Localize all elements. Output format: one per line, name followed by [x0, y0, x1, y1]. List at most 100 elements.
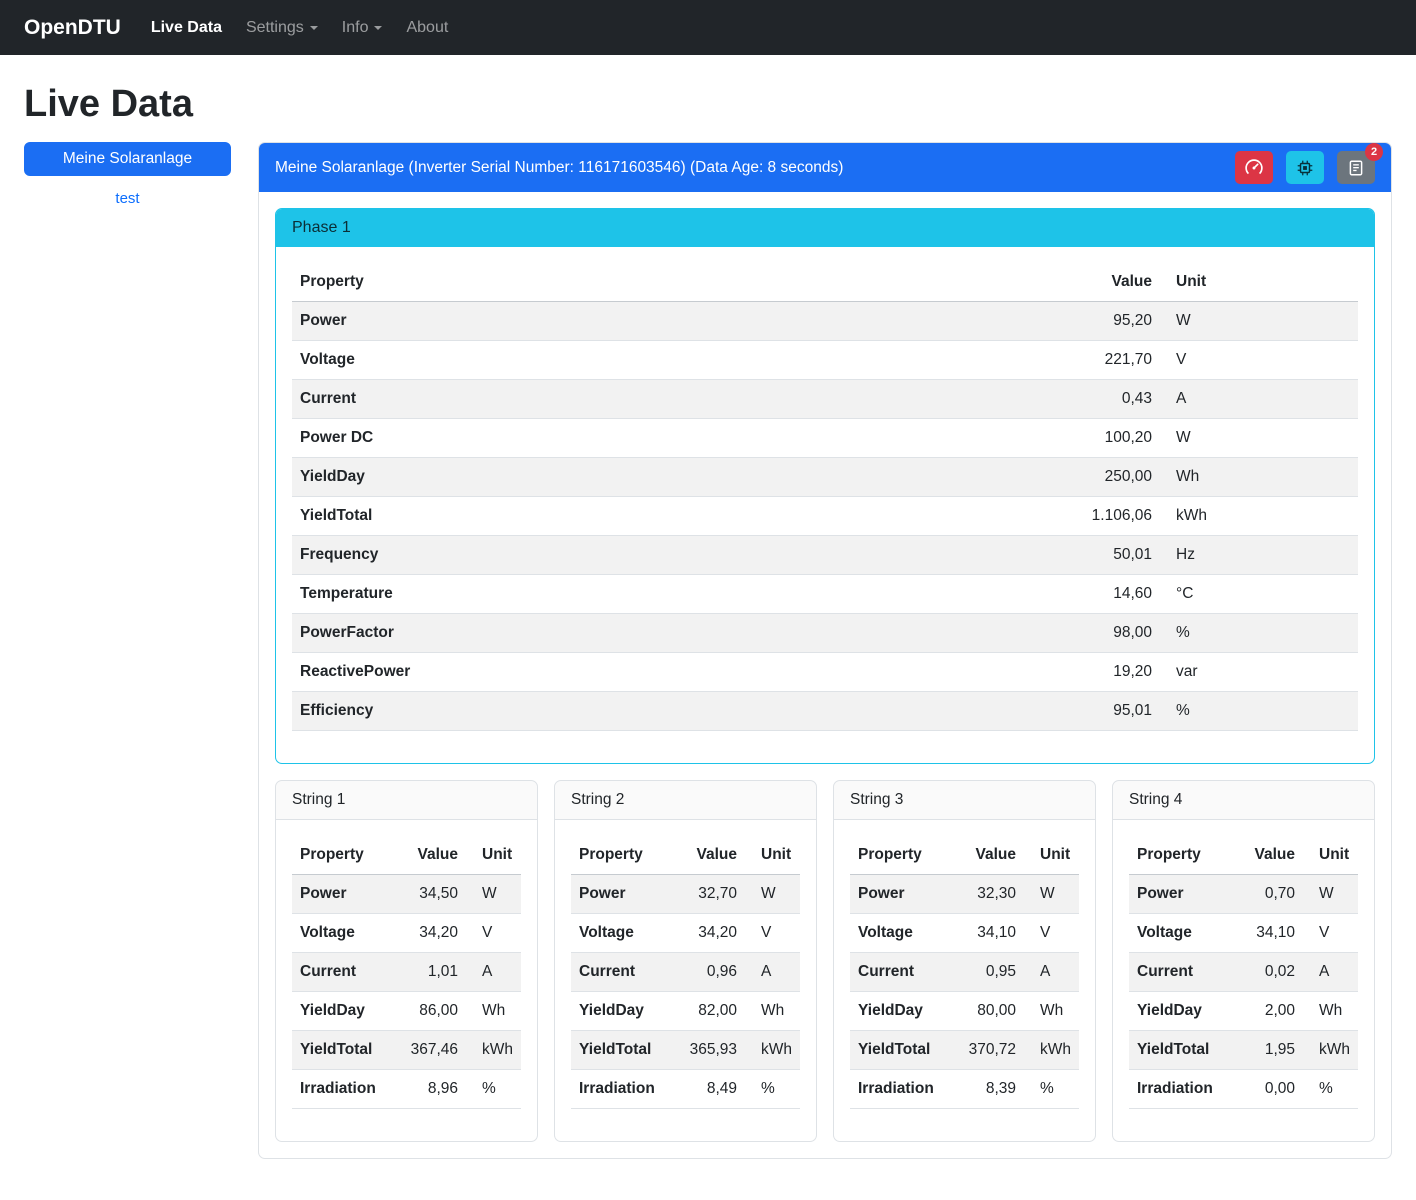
property-label: YieldTotal: [292, 1031, 394, 1070]
chevron-down-icon: [374, 26, 382, 30]
table-row: Irradiation 8,39 %: [850, 1070, 1079, 1109]
property-unit: A: [1303, 953, 1358, 992]
table-row: Voltage 34,20 V: [292, 914, 521, 953]
property-label: YieldTotal: [1129, 1031, 1231, 1070]
property-unit: Wh: [745, 992, 800, 1031]
table-row: Power DC 100,20 W: [292, 419, 1358, 458]
column-header-value: Value: [394, 836, 466, 875]
property-unit: V: [745, 914, 800, 953]
table-row: Irradiation 0,00 %: [1129, 1070, 1358, 1109]
inverter-card-actions: 2: [1222, 151, 1375, 184]
table-row: Power 95,20 W: [292, 302, 1358, 341]
property-unit: W: [466, 875, 521, 914]
property-value: 34,50: [394, 875, 466, 914]
table-row: Current 0,96 A: [571, 953, 800, 992]
string-2-table-body: Power 32,70 W Voltage 34,20: [571, 875, 800, 1109]
table-row: Power 32,70 W: [571, 875, 800, 914]
table-row: Voltage 221,70 V: [292, 341, 1358, 380]
property-label: Efficiency: [292, 692, 1045, 731]
property-label: Power: [292, 875, 394, 914]
property-value: 32,70: [673, 875, 745, 914]
property-value: 221,70: [1045, 341, 1160, 380]
nav-item-live-data[interactable]: Live Data: [143, 11, 230, 45]
device-info-button[interactable]: [1286, 151, 1324, 184]
table-row: Voltage 34,20 V: [571, 914, 800, 953]
inverter-card-header: Meine Solaranlage (Inverter Serial Numbe…: [259, 143, 1391, 192]
property-unit: A: [466, 953, 521, 992]
brand[interactable]: OpenDTU: [24, 16, 121, 40]
property-unit: W: [745, 875, 800, 914]
property-label: YieldDay: [1129, 992, 1231, 1031]
property-label: Current: [571, 953, 673, 992]
property-label: Current: [850, 953, 952, 992]
property-unit: %: [745, 1070, 800, 1109]
property-label: Irradiation: [292, 1070, 394, 1109]
property-label: Current: [292, 953, 394, 992]
inverter-sidebar: Meine Solaranlage test: [24, 142, 231, 207]
table-row: YieldTotal 365,93 kWh: [571, 1031, 800, 1070]
property-value: 8,39: [952, 1070, 1024, 1109]
property-unit: Wh: [466, 992, 521, 1031]
property-value: 80,00: [952, 992, 1024, 1031]
property-label: Power: [850, 875, 952, 914]
property-unit: %: [1303, 1070, 1358, 1109]
property-value: 34,10: [1231, 914, 1303, 953]
table-row: Irradiation 8,96 %: [292, 1070, 521, 1109]
inverter-select-link-test[interactable]: test: [24, 190, 231, 207]
journal-icon: [1347, 159, 1365, 177]
column-header-value: Value: [1045, 263, 1160, 302]
property-unit: W: [1303, 875, 1358, 914]
event-count-badge: 2: [1365, 143, 1383, 161]
table-row: Irradiation 8,49 %: [571, 1070, 800, 1109]
property-value: 370,72: [952, 1031, 1024, 1070]
inverter-select-button[interactable]: Meine Solaranlage: [24, 142, 231, 176]
column-header-unit: Unit: [1303, 836, 1358, 875]
table-row: PowerFactor 98,00 %: [292, 614, 1358, 653]
property-value: 367,46: [394, 1031, 466, 1070]
property-unit: %: [466, 1070, 521, 1109]
property-value: 100,20: [1045, 419, 1160, 458]
table-row: Frequency 50,01 Hz: [292, 536, 1358, 575]
table-row: Power 0,70 W: [1129, 875, 1358, 914]
page-title: Live Data: [24, 83, 1392, 126]
nav-item-settings[interactable]: Settings: [238, 11, 326, 45]
property-value: 1,01: [394, 953, 466, 992]
string-card-title: String 2: [555, 781, 816, 820]
property-value: 95,20: [1045, 302, 1160, 341]
nav-item-about[interactable]: About: [398, 11, 456, 45]
property-value: 1.106,06: [1045, 497, 1160, 536]
event-log-button[interactable]: 2: [1337, 151, 1375, 184]
property-unit: Wh: [1024, 992, 1079, 1031]
property-unit: W: [1160, 419, 1358, 458]
property-unit: kWh: [466, 1031, 521, 1070]
inverter-card: Meine Solaranlage (Inverter Serial Numbe…: [258, 142, 1392, 1159]
limit-control-button[interactable]: [1235, 151, 1273, 184]
phase-table: Property Value Unit Power: [292, 263, 1358, 731]
table-row: Temperature 14,60 °C: [292, 575, 1358, 614]
column-header-property: Property: [292, 836, 394, 875]
string-1-table: Property Value Unit: [292, 836, 521, 1109]
property-label: Voltage: [1129, 914, 1231, 953]
property-label: Voltage: [292, 341, 1045, 380]
table-row: Efficiency 95,01 %: [292, 692, 1358, 731]
main-content: Meine Solaranlage (Inverter Serial Numbe…: [258, 142, 1392, 1159]
property-value: 32,30: [952, 875, 1024, 914]
property-label: YieldDay: [571, 992, 673, 1031]
property-value: 86,00: [394, 992, 466, 1031]
property-label: Irradiation: [850, 1070, 952, 1109]
property-unit: A: [1024, 953, 1079, 992]
string-card-4: String 4 Property Value Unit: [1112, 780, 1375, 1142]
table-row: YieldDay 82,00 Wh: [571, 992, 800, 1031]
table-header-row: Property Value Unit: [571, 836, 800, 875]
property-label: Power: [571, 875, 673, 914]
property-label: YieldTotal: [850, 1031, 952, 1070]
string-1-table-body: Power 34,50 W Voltage 34,20: [292, 875, 521, 1109]
string-card-1: String 1 Property Value Unit: [275, 780, 538, 1142]
property-unit: A: [745, 953, 800, 992]
table-row: Power 34,50 W: [292, 875, 521, 914]
string-3-table-body: Power 32,30 W Voltage 34,10: [850, 875, 1079, 1109]
property-value: 8,96: [394, 1070, 466, 1109]
nav-item-info[interactable]: Info: [334, 11, 391, 45]
property-unit: Wh: [1303, 992, 1358, 1031]
phase-card-title: Phase 1: [276, 209, 1374, 247]
